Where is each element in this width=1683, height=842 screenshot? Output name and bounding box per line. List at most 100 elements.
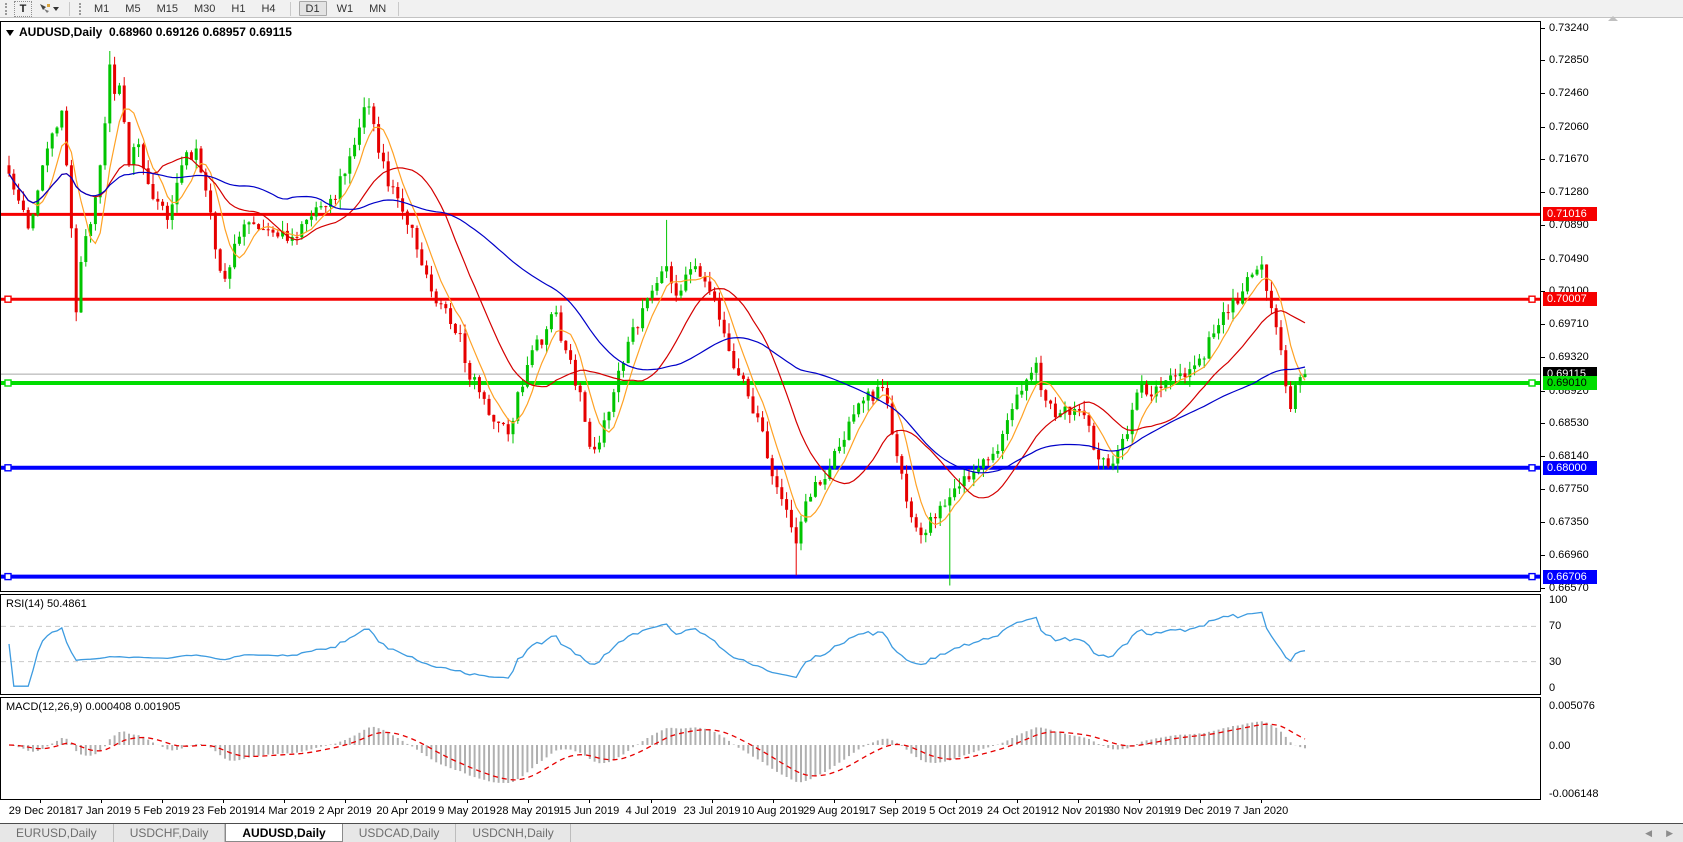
toolbar-grip[interactable] <box>5 3 9 15</box>
timeframe-button-h4[interactable]: H4 <box>255 1 281 16</box>
crosshair-cursor-icon <box>38 2 51 15</box>
axis-tick <box>1541 588 1545 589</box>
ohlc-open: 0.68960 <box>109 25 152 39</box>
date-label: 15 Jun 2019 <box>559 805 620 817</box>
timeframe-button-mn[interactable]: MN <box>363 1 392 16</box>
main-chart-canvas[interactable] <box>1 22 1540 591</box>
tab-usdchf[interactable]: USDCHF,Daily <box>114 824 226 842</box>
ma-45-line <box>9 172 1305 473</box>
axis-tick-label: 0.72060 <box>1549 121 1589 133</box>
price-line-label: 0.70007 <box>1543 292 1597 306</box>
date-label: 14 Mar 2019 <box>253 805 315 817</box>
axis-tick <box>1541 423 1545 424</box>
date-tick <box>1017 800 1018 803</box>
horizontal-line-0.6901[interactable] <box>1 380 1540 386</box>
macd-value-signal: 0.001905 <box>134 701 180 713</box>
macd-name: MACD(12,26,9) <box>6 701 82 713</box>
horizontal-line-0.68[interactable] <box>1 465 1540 471</box>
rsi-line <box>9 612 1305 686</box>
axis-tick <box>1541 391 1545 392</box>
date-label: 5 Feb 2019 <box>134 805 190 817</box>
date-tick <box>1078 800 1079 803</box>
rsi-canvas[interactable] <box>1 595 1540 694</box>
date-label: 20 Apr 2019 <box>376 805 435 817</box>
date-tick <box>223 800 224 803</box>
toolbar-separator <box>69 2 70 16</box>
date-tick <box>589 800 590 803</box>
date-label: 2 Apr 2019 <box>318 805 371 817</box>
axis-tick <box>1541 93 1545 94</box>
rsi-value: 50.4861 <box>47 598 87 610</box>
date-tick <box>101 800 102 803</box>
axis-tick <box>1541 225 1545 226</box>
cursor-tool-button[interactable] <box>34 1 63 17</box>
axis-tick <box>1541 28 1545 29</box>
tab-audusd[interactable]: AUDUSD,Daily <box>225 824 342 842</box>
horizontal-line-0.70007[interactable] <box>1 296 1540 302</box>
date-tick <box>651 800 652 803</box>
rsi-pane[interactable]: RSI(14) 50.4861 <box>0 594 1541 695</box>
date-tick <box>773 800 774 803</box>
date-label: 23 Feb 2019 <box>192 805 254 817</box>
axis-tick-label: 0.72850 <box>1549 54 1589 66</box>
date-tick <box>528 800 529 803</box>
chart-dropdown-icon[interactable] <box>6 30 14 36</box>
toolbar-separator <box>398 2 399 16</box>
macd-canvas[interactable] <box>1 698 1540 799</box>
tab-scroll-left-icon[interactable]: ◀ <box>1645 828 1652 839</box>
axis-tick-label: 0.73240 <box>1549 22 1589 34</box>
date-tick <box>406 800 407 803</box>
date-label: 10 Aug 2019 <box>742 805 804 817</box>
tab-usdcnh[interactable]: USDCNH,Daily <box>456 824 570 842</box>
trading-terminal: T M1 M5 M15 M30 H1 H4 D1 W1MN AUDUSD,Daily 0.68… <box>0 0 1683 842</box>
date-tick <box>956 800 957 803</box>
axis-tick <box>1541 522 1545 523</box>
axis-tick <box>1541 127 1545 128</box>
price-line-label: 0.66706 <box>1543 570 1597 584</box>
date-label: 17 Sep 2019 <box>864 805 926 817</box>
symbol-tabbar: EURUSD,DailyUSDCHF,DailyAUDUSD,DailyUSDC… <box>0 823 1683 842</box>
tab-eurusd[interactable]: EURUSD,Daily <box>0 824 114 842</box>
rsi-label: RSI(14) 50.4861 <box>6 598 87 610</box>
text-tool-button[interactable]: T <box>14 1 32 17</box>
tab-scroll-arrows: ◀ ▶ <box>1645 824 1683 842</box>
axis-tick <box>1541 159 1545 160</box>
date-label: 9 May 2019 <box>438 805 495 817</box>
axis-tick-label: 0.67350 <box>1549 516 1589 528</box>
axis-tick-label: 0.66960 <box>1549 549 1589 561</box>
macd-value-main: 0.000408 <box>85 701 131 713</box>
timeframe-button-m1[interactable]: M1 <box>88 1 115 16</box>
toolbar-grip[interactable] <box>79 3 83 15</box>
toolbar: T M1 M5 M15 M30 H1 H4 D1 W1MN <box>0 0 1683 18</box>
timeframe-button-m5[interactable]: M5 <box>119 1 146 16</box>
date-label: 4 Jul 2019 <box>626 805 677 817</box>
axis-tick <box>1541 60 1545 61</box>
tab-usdcad[interactable]: USDCAD,Daily <box>343 824 457 842</box>
macd-axis-label: -0.006148 <box>1549 788 1599 800</box>
date-tick <box>284 800 285 803</box>
toolbar-separator <box>290 2 291 16</box>
date-axis[interactable]: 29 Dec 201817 Jan 20195 Feb 201923 Feb 2… <box>0 800 1683 823</box>
timeframe-button-w1[interactable]: W1 <box>331 1 360 16</box>
date-tick <box>712 800 713 803</box>
macd-pane[interactable]: MACD(12,26,9) 0.000408 0.001905 <box>0 697 1541 800</box>
axis-tick-label: 0.69710 <box>1549 318 1589 330</box>
ma-18-line <box>9 157 1305 498</box>
symbol-tabs: EURUSD,DailyUSDCHF,DailyAUDUSD,DailyUSDC… <box>0 824 571 842</box>
timeframe-button-m30[interactable]: M30 <box>188 1 221 16</box>
date-tick <box>345 800 346 803</box>
timeframe-buttons: M1 M5 M15 M30 H1 H4 D1 W1MN <box>88 1 392 16</box>
tab-scroll-right-icon[interactable]: ▶ <box>1666 828 1673 839</box>
macd-label: MACD(12,26,9) 0.000408 0.001905 <box>6 701 180 713</box>
date-label: 23 Jul 2019 <box>684 805 741 817</box>
timeframe-button-d1[interactable]: D1 <box>299 1 327 16</box>
main-chart-pane[interactable]: AUDUSD,Daily 0.68960 0.69126 0.68957 0.6… <box>0 21 1541 592</box>
axis-tick <box>1541 259 1545 260</box>
date-label: 24 Oct 2019 <box>987 805 1047 817</box>
horizontal-line-0.66706[interactable] <box>1 574 1540 580</box>
ohlc-close: 0.69115 <box>249 25 292 39</box>
price-axis[interactable]: 0.732400.728500.724600.720600.716700.712… <box>1541 21 1683 800</box>
timeframe-button-m15[interactable]: M15 <box>151 1 184 16</box>
macd-axis-label: 0.005076 <box>1549 700 1595 712</box>
timeframe-button-h1[interactable]: H1 <box>225 1 251 16</box>
